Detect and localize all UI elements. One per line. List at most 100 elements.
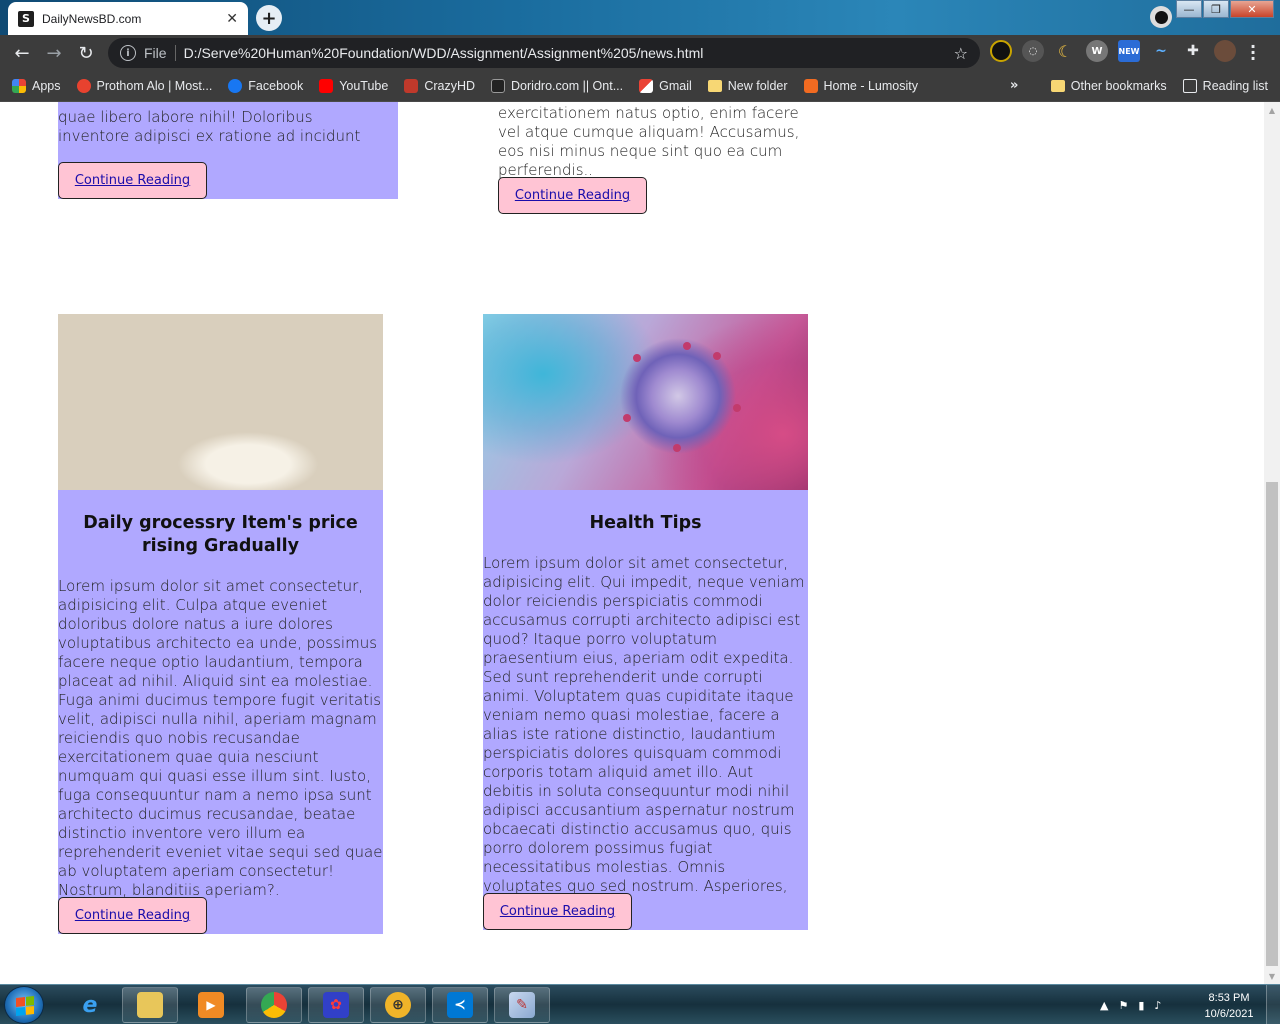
tab-dailynewsbd[interactable]: S DailyNewsBD.com ✕ [8,2,248,35]
gmail-icon [639,78,654,93]
continue-reading-button[interactable]: Continue Reading [58,162,207,199]
other-bookmarks-label: Other bookmarks [1070,79,1167,93]
url-text[interactable]: D:/Serve%20Human%20Foundation/WDD/Assign… [184,45,946,61]
news-card-health: Health Tips Lorem ipsum dolor sit amet c… [483,314,808,930]
reading-list-icon [1182,79,1197,93]
lumosity-icon [803,78,818,93]
game-app-icon: ✿ [323,992,349,1018]
card-text: Lorem ipsum dolor sit amet consectetur, … [58,577,383,899]
back-icon[interactable]: ← [10,41,34,65]
browser-menu-icon[interactable]: · · · [1250,39,1256,67]
extension-moon-icon[interactable]: ☾ [1054,40,1076,62]
avatar[interactable] [1214,40,1236,62]
bookmark-star-icon[interactable]: ☆ [954,44,968,63]
other-bookmarks[interactable]: Other bookmarks [1050,79,1167,93]
action-center-flag-icon[interactable]: ⚑ [1118,999,1128,1012]
continue-reading-button[interactable]: Continue Reading [483,893,632,930]
scroll-thumb[interactable] [1266,482,1278,966]
close-window-button[interactable]: ✕ [1230,0,1274,18]
windows-taskbar: e ▶ ✿ ⊕ ≺ ✎ ▲ ⚑ ▮ ♪ 8:53 PM 10/6/2021 [0,984,1280,1025]
taskbar-globe-app[interactable]: ⊕ [370,987,426,1023]
bookmark-prothom-alo[interactable]: Prothom Alo | Most... [76,78,213,93]
extension-arrow-icon[interactable]: ~ [1150,40,1172,62]
youtube-icon [319,78,334,93]
folder-icon [1050,80,1065,92]
chrome-icon [261,992,287,1018]
forward-icon[interactable]: → [42,41,66,65]
new-tab-button[interactable]: + [256,5,282,31]
extension-dark-reader-icon[interactable] [990,40,1012,62]
globe-icon: ⊕ [385,992,411,1018]
taskbar-paint[interactable]: ✎ [494,987,550,1023]
restore-button[interactable]: ❐ [1203,0,1229,18]
tab-close-icon[interactable]: ✕ [226,11,238,27]
card-text: quae libero labore nihil! Doloribus inve… [58,108,361,145]
bookmarks-right: Other bookmarks Reading list [1050,70,1268,102]
news-card-top-left: quae libero labore nihil! Doloribus inve… [58,102,398,199]
bookmark-gmail[interactable]: Gmail [639,78,692,93]
taskbar-vscode[interactable]: ≺ [432,987,488,1023]
site-info-icon[interactable]: i [120,45,136,61]
taskbar-clock[interactable]: 8:53 PM 10/6/2021 [1198,990,1260,1022]
tray-expand-icon[interactable]: ▲ [1100,999,1108,1012]
extension-bulb-icon[interactable]: ◌ [1022,40,1044,62]
file-explorer-icon [137,992,163,1018]
url-scheme: File [144,45,176,61]
bookmark-crazyhd[interactable]: CrazyHD [404,78,476,93]
windows-logo-icon [16,996,34,1016]
folder-icon [707,79,722,92]
scroll-up-arrow-icon[interactable]: ▲ [1264,102,1280,118]
bookmark-label: CrazyHD [424,78,476,93]
crazyhd-icon [404,78,419,93]
doridro-icon [491,78,506,93]
news-card-top-right: exercitationem natus optio, enim facere … [498,102,828,222]
page-scrollbar[interactable]: ▲ ▼ [1264,102,1280,984]
show-desktop-button[interactable] [1266,985,1280,1025]
internet-explorer-icon: e [82,992,98,1018]
bookmark-label: Apps [32,78,61,93]
media-player-icon: ▶ [198,992,224,1018]
minimize-button[interactable]: — [1176,0,1202,18]
continue-reading-button[interactable]: Continue Reading [58,897,207,934]
bookmark-youtube[interactable]: YouTube [319,78,389,93]
bookmark-label: Facebook [248,78,304,93]
extension-w-icon[interactable]: W [1086,40,1108,62]
start-button[interactable] [4,986,44,1024]
card-text: exercitationem natus optio, enim facere … [498,104,800,179]
bookmark-new-folder[interactable]: New folder [707,78,788,93]
tab-title: DailyNewsBD.com [42,11,142,26]
address-bar[interactable]: i File D:/Serve%20Human%20Foundation/WDD… [108,38,980,68]
reading-list[interactable]: Reading list [1182,79,1268,93]
bookmark-doridro[interactable]: Doridro.com || Ont... [491,78,623,93]
bookmark-label: Prothom Alo | Most... [96,78,213,93]
bookmark-label: New folder [727,78,788,93]
more-bookmarks-chevron-icon[interactable]: » [1010,78,1018,93]
bookmark-lumosity[interactable]: Home - Lumosity [803,78,919,93]
profile-menu-icon[interactable] [1150,6,1172,28]
extensions-puzzle-icon[interactable]: ✚ [1182,40,1204,62]
tab-favicon-icon: S [18,10,34,27]
bookmark-label: YouTube [339,78,389,93]
apps-grid-icon [12,78,26,93]
taskbar-file-explorer[interactable] [122,987,178,1023]
clock-date: 10/6/2021 [1204,1008,1254,1020]
taskbar-game-app[interactable]: ✿ [308,987,364,1023]
scroll-down-arrow-icon[interactable]: ▼ [1264,968,1280,984]
bookmark-apps[interactable]: Apps [12,78,61,93]
bookmark-facebook[interactable]: Facebook [228,78,304,93]
card-title: Health Tips [589,513,702,533]
volume-icon[interactable]: ♪ [1154,999,1161,1012]
clock-time: 8:53 PM [1208,992,1250,1004]
network-signal-icon[interactable]: ▮ [1138,999,1144,1012]
tab-strip: S DailyNewsBD.com ✕ + — ❐ ✕ [0,0,1280,35]
page-viewport: quae libero labore nihil! Doloribus inve… [0,102,1280,984]
taskbar-media-player[interactable]: ▶ [183,987,239,1023]
extensions-row: ◌ ☾ W NEW ~ ✚ [990,40,1236,62]
reload-icon[interactable]: ↻ [74,41,98,65]
taskbar-internet-explorer[interactable]: e [62,987,118,1023]
taskbar-chrome[interactable] [246,987,302,1023]
extension-new-badge-icon[interactable]: NEW [1118,40,1140,62]
continue-reading-button[interactable]: Continue Reading [498,177,647,214]
bookmark-label: Home - Lumosity [823,78,919,93]
news-card-grocery: Daily grocessry Item's price rising Grad… [58,314,383,934]
